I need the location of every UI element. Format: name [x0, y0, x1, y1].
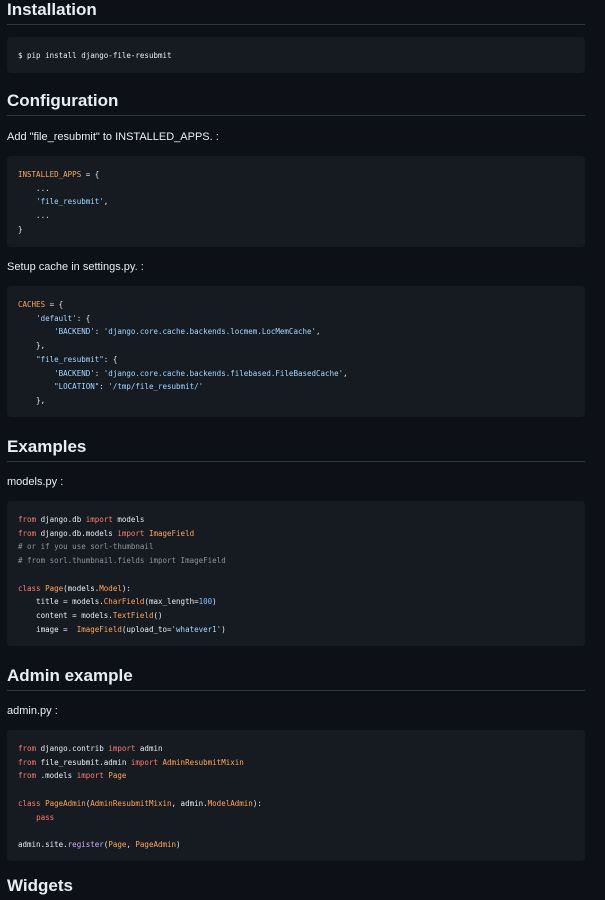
code-token-kw: from: [18, 771, 37, 781]
code-token: django.contrib: [36, 744, 109, 753]
code-token-cls: Page: [45, 583, 64, 593]
code-token-str: '/tmp/file_resubmit/': [108, 382, 204, 392]
code-token-str: 'django.core.cache.backends.locmem.LocMe…: [103, 327, 317, 337]
configuration-intro: Add "file_resubmit" to INSTALLED_APPS. :: [7, 131, 219, 143]
code-token: ): [176, 839, 181, 849]
code-token-str: "LOCATION": [54, 382, 100, 392]
models-code-block[interactable]: from django.db import models from django…: [7, 501, 585, 646]
code-token: , admin.: [171, 798, 208, 808]
code-token-kw: from: [18, 528, 37, 538]
code-token-str: 'django.core.cache.backends.filebased.Fi…: [103, 368, 344, 378]
code-token: models: [117, 515, 145, 524]
code-token-str: 'default': [36, 313, 77, 323]
code-token-cls: AdminResubmitMixin: [162, 757, 244, 767]
code-token-cls: ImageField: [76, 624, 122, 634]
code-token-str: 'BACKEND': [54, 368, 95, 378]
install-command: $ pip install django-file-resubmit: [18, 51, 172, 60]
code-token-cls: PageAdmin: [135, 839, 177, 849]
code-token-cls: AdminResubmitMixin: [90, 798, 172, 808]
code-token-str: "file_resubmit": [36, 354, 104, 364]
code-token-var: INSTALLED_APPS: [18, 170, 82, 179]
install-command-block[interactable]: $ pip install django-file-resubmit: [7, 37, 585, 73]
models-file-label: models.py :: [7, 476, 64, 488]
code-token-cls: Model: [99, 583, 122, 593]
admin-code-block[interactable]: from django.contrib import admin from fi…: [7, 730, 585, 861]
code-token-cls: Page: [108, 839, 127, 849]
code-token-cls: Page: [108, 771, 127, 781]
code-token-cls: TextField: [112, 610, 154, 620]
code-token: :: [94, 327, 104, 337]
code-token-cls: CharField: [103, 597, 145, 607]
code-token: django.db.models: [36, 528, 118, 538]
code-token-fn: register: [67, 839, 104, 849]
code-token-kw: from: [18, 515, 37, 524]
caches-code-block[interactable]: CACHES = { 'default': { 'BACKEND': 'djan…: [7, 286, 585, 417]
code-token: ): [221, 624, 226, 634]
code-token: (upload_to=: [121, 624, 172, 634]
code-token: admin.site.: [18, 839, 68, 849]
code-token: admin: [139, 744, 163, 753]
code-token-kw: import: [117, 528, 145, 538]
installation-heading: Installation: [7, 0, 585, 25]
configuration-heading: Configuration: [7, 91, 585, 116]
code-token-kw: class: [18, 798, 41, 808]
code-token: (max_length=: [144, 597, 199, 607]
code-token-kw: import: [130, 757, 158, 767]
code-token-cls: ImageField: [148, 528, 195, 538]
examples-heading: Examples: [7, 437, 585, 462]
code-token-num: 100: [198, 597, 213, 607]
code-token: .models: [36, 771, 77, 781]
code-token: },: [36, 395, 46, 405]
admin-file-label: admin.py :: [7, 705, 58, 717]
admin-example-heading: Admin example: [7, 666, 585, 691]
code-token: :: [99, 382, 109, 392]
next-section-heading: Widgets: [7, 876, 73, 895]
code-token: (models.: [63, 583, 100, 593]
code-token-var: CACHES: [18, 300, 46, 309]
code-token-cm: # or if you use sorl-thumbnail # from so…: [18, 542, 226, 566]
code-token: :: [94, 368, 104, 378]
code-token-kw: class: [18, 583, 41, 593]
code-token-cls: PageAdmin: [45, 798, 86, 808]
cache-setup-intro: Setup cache in settings.py. :: [7, 261, 144, 273]
code-token: django.db: [36, 515, 86, 524]
code-token-str: 'whatever1': [171, 624, 222, 634]
code-token-kw: import: [108, 744, 136, 753]
code-token-cls: ModelAdmin: [207, 798, 253, 808]
code-token-str: 'BACKEND': [54, 327, 95, 337]
code-token-kw: from: [18, 744, 37, 753]
code-token-kw: pass: [36, 812, 55, 822]
code-token-kw: import: [76, 771, 104, 781]
installed-apps-code-block[interactable]: INSTALLED_APPS = { ... 'file_resubmit', …: [7, 156, 585, 247]
code-token: file_resubmit.admin: [36, 757, 131, 767]
code-token-kw: from: [18, 757, 37, 767]
code-token-str: 'file_resubmit': [36, 197, 104, 207]
code-token-kw: import: [85, 515, 113, 524]
